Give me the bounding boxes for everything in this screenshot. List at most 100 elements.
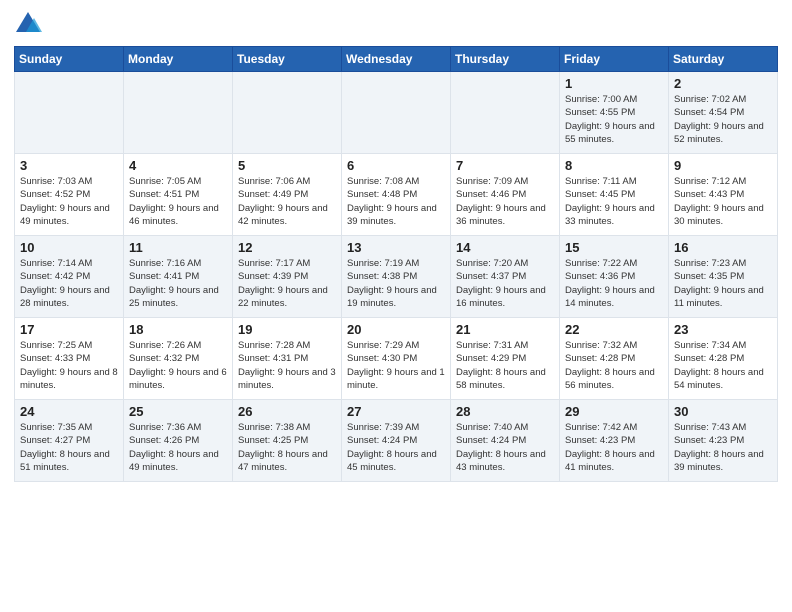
day-number: 18 xyxy=(129,322,227,337)
logo xyxy=(14,10,46,38)
calendar-cell: 7Sunrise: 7:09 AM Sunset: 4:46 PM Daylig… xyxy=(451,154,560,236)
day-number: 28 xyxy=(456,404,554,419)
calendar-cell xyxy=(342,72,451,154)
day-info: Sunrise: 7:39 AM Sunset: 4:24 PM Dayligh… xyxy=(347,421,445,474)
calendar-cell: 8 Sunrise: 7:11 AM Sunset: 4:45 PM Daylig… xyxy=(560,154,669,236)
day-number: 5 xyxy=(238,158,336,173)
day-info: Sunrise: 7:35 AM Sunset: 4:27 PM Dayligh… xyxy=(20,421,118,474)
calendar-cell: 26 Sunrise: 7:38 AM Sunset: 4:25 PM Dayli… xyxy=(233,400,342,482)
calendar-table: SundayMondayTuesdayWednesdayThursdayFrid… xyxy=(14,46,778,482)
header-day-monday: Monday xyxy=(124,47,233,72)
calendar-cell: 25Sunrise: 7:36 AM Sunset: 4:26 PM Dayli… xyxy=(124,400,233,482)
header-day-tuesday: Tuesday xyxy=(233,47,342,72)
header-day-sunday: Sunday xyxy=(15,47,124,72)
header-day-thursday: Thursday xyxy=(451,47,560,72)
day-number: 20 xyxy=(347,322,445,337)
day-number: 24 xyxy=(20,404,118,419)
day-number: 29 xyxy=(565,404,663,419)
calendar-cell: 3Sunrise: 7:03 AM Sunset: 4:52 PM Daylig… xyxy=(15,154,124,236)
day-number: 2 xyxy=(674,76,772,91)
calendar-cell: 23 Sunrise: 7:34 AM Sunset: 4:28 PM Dayli… xyxy=(669,318,778,400)
day-info: Sunrise: 7:16 AM Sunset: 4:41 PM Dayligh… xyxy=(129,257,227,310)
calendar-cell: 15 Sunrise: 7:22 AM Sunset: 4:36 PM Dayli… xyxy=(560,236,669,318)
calendar-cell xyxy=(233,72,342,154)
calendar-cell: 12 Sunrise: 7:17 AM Sunset: 4:39 PM Dayli… xyxy=(233,236,342,318)
calendar-cell: 11 Sunrise: 7:16 AM Sunset: 4:41 PM Dayli… xyxy=(124,236,233,318)
calendar-cell: 22 Sunrise: 7:32 AM Sunset: 4:28 PM Dayli… xyxy=(560,318,669,400)
calendar-cell: 6 Sunrise: 7:08 AM Sunset: 4:48 PM Daylig… xyxy=(342,154,451,236)
calendar-cell xyxy=(15,72,124,154)
page-header xyxy=(14,10,778,38)
day-info: Sunrise: 7:23 AM Sunset: 4:35 PM Dayligh… xyxy=(674,257,772,310)
header-day-saturday: Saturday xyxy=(669,47,778,72)
day-info: Sunrise: 7:00 AM Sunset: 4:55 PM Dayligh… xyxy=(565,93,663,146)
day-info: Sunrise: 7:25 AM Sunset: 4:33 PM Dayligh… xyxy=(20,339,118,392)
day-info: Sunrise: 7:42 AM Sunset: 4:23 PM Dayligh… xyxy=(565,421,663,474)
day-number: 6 xyxy=(347,158,445,173)
calendar-cell: 13Sunrise: 7:19 AM Sunset: 4:38 PM Dayli… xyxy=(342,236,451,318)
header-day-friday: Friday xyxy=(560,47,669,72)
day-number: 19 xyxy=(238,322,336,337)
day-number: 17 xyxy=(20,322,118,337)
day-info: Sunrise: 7:34 AM Sunset: 4:28 PM Dayligh… xyxy=(674,339,772,392)
calendar-cell: 16Sunrise: 7:23 AM Sunset: 4:35 PM Dayli… xyxy=(669,236,778,318)
day-number: 15 xyxy=(565,240,663,255)
day-info: Sunrise: 7:22 AM Sunset: 4:36 PM Dayligh… xyxy=(565,257,663,310)
day-info: Sunrise: 7:08 AM Sunset: 4:48 PM Dayligh… xyxy=(347,175,445,228)
day-number: 1 xyxy=(565,76,663,91)
day-info: Sunrise: 7:40 AM Sunset: 4:24 PM Dayligh… xyxy=(456,421,554,474)
calendar-cell: 4 Sunrise: 7:05 AM Sunset: 4:51 PM Daylig… xyxy=(124,154,233,236)
day-info: Sunrise: 7:20 AM Sunset: 4:37 PM Dayligh… xyxy=(456,257,554,310)
calendar-cell: 24 Sunrise: 7:35 AM Sunset: 4:27 PM Dayli… xyxy=(15,400,124,482)
day-info: Sunrise: 7:29 AM Sunset: 4:30 PM Dayligh… xyxy=(347,339,445,392)
day-number: 11 xyxy=(129,240,227,255)
day-info: Sunrise: 7:32 AM Sunset: 4:28 PM Dayligh… xyxy=(565,339,663,392)
calendar-week-3: 10Sunrise: 7:14 AM Sunset: 4:42 PM Dayli… xyxy=(15,236,778,318)
day-number: 30 xyxy=(674,404,772,419)
calendar-cell: 20 Sunrise: 7:29 AM Sunset: 4:30 PM Dayli… xyxy=(342,318,451,400)
day-info: Sunrise: 7:26 AM Sunset: 4:32 PM Dayligh… xyxy=(129,339,227,392)
calendar-cell: 2 Sunrise: 7:02 AM Sunset: 4:54 PM Daylig… xyxy=(669,72,778,154)
calendar-cell: 5 Sunrise: 7:06 AM Sunset: 4:49 PM Daylig… xyxy=(233,154,342,236)
day-number: 23 xyxy=(674,322,772,337)
calendar-cell: 21 Sunrise: 7:31 AM Sunset: 4:29 PM Dayli… xyxy=(451,318,560,400)
day-info: Sunrise: 7:12 AM Sunset: 4:43 PM Dayligh… xyxy=(674,175,772,228)
day-number: 27 xyxy=(347,404,445,419)
day-info: Sunrise: 7:31 AM Sunset: 4:29 PM Dayligh… xyxy=(456,339,554,392)
logo-icon xyxy=(14,10,42,38)
calendar-cell: 27 Sunrise: 7:39 AM Sunset: 4:24 PM Dayli… xyxy=(342,400,451,482)
calendar-cell xyxy=(451,72,560,154)
day-info: Sunrise: 7:43 AM Sunset: 4:23 PM Dayligh… xyxy=(674,421,772,474)
calendar-cell: 28 Sunrise: 7:40 AM Sunset: 4:24 PM Dayli… xyxy=(451,400,560,482)
day-info: Sunrise: 7:02 AM Sunset: 4:54 PM Dayligh… xyxy=(674,93,772,146)
day-number: 21 xyxy=(456,322,554,337)
day-number: 12 xyxy=(238,240,336,255)
calendar-week-2: 3Sunrise: 7:03 AM Sunset: 4:52 PM Daylig… xyxy=(15,154,778,236)
day-number: 13 xyxy=(347,240,445,255)
day-number: 26 xyxy=(238,404,336,419)
day-number: 7 xyxy=(456,158,554,173)
calendar-cell: 1 Sunrise: 7:00 AM Sunset: 4:55 PM Daylig… xyxy=(560,72,669,154)
day-number: 8 xyxy=(565,158,663,173)
calendar-cell: 29 Sunrise: 7:42 AM Sunset: 4:23 PM Dayli… xyxy=(560,400,669,482)
day-number: 3 xyxy=(20,158,118,173)
calendar-header-row: SundayMondayTuesdayWednesdayThursdayFrid… xyxy=(15,47,778,72)
day-info: Sunrise: 7:28 AM Sunset: 4:31 PM Dayligh… xyxy=(238,339,336,392)
calendar-cell xyxy=(124,72,233,154)
calendar-cell: 17 Sunrise: 7:25 AM Sunset: 4:33 PM Dayli… xyxy=(15,318,124,400)
calendar-week-5: 24 Sunrise: 7:35 AM Sunset: 4:27 PM Dayli… xyxy=(15,400,778,482)
day-info: Sunrise: 7:05 AM Sunset: 4:51 PM Dayligh… xyxy=(129,175,227,228)
day-number: 22 xyxy=(565,322,663,337)
day-info: Sunrise: 7:38 AM Sunset: 4:25 PM Dayligh… xyxy=(238,421,336,474)
day-number: 14 xyxy=(456,240,554,255)
calendar-cell: 18 Sunrise: 7:26 AM Sunset: 4:32 PM Dayli… xyxy=(124,318,233,400)
calendar-week-1: 1 Sunrise: 7:00 AM Sunset: 4:55 PM Daylig… xyxy=(15,72,778,154)
day-number: 4 xyxy=(129,158,227,173)
day-info: Sunrise: 7:17 AM Sunset: 4:39 PM Dayligh… xyxy=(238,257,336,310)
day-number: 25 xyxy=(129,404,227,419)
calendar-cell: 14 Sunrise: 7:20 AM Sunset: 4:37 PM Dayli… xyxy=(451,236,560,318)
page-container: SundayMondayTuesdayWednesdayThursdayFrid… xyxy=(0,0,792,492)
day-info: Sunrise: 7:11 AM Sunset: 4:45 PM Dayligh… xyxy=(565,175,663,228)
calendar-cell: 30 Sunrise: 7:43 AM Sunset: 4:23 PM Dayli… xyxy=(669,400,778,482)
day-info: Sunrise: 7:06 AM Sunset: 4:49 PM Dayligh… xyxy=(238,175,336,228)
